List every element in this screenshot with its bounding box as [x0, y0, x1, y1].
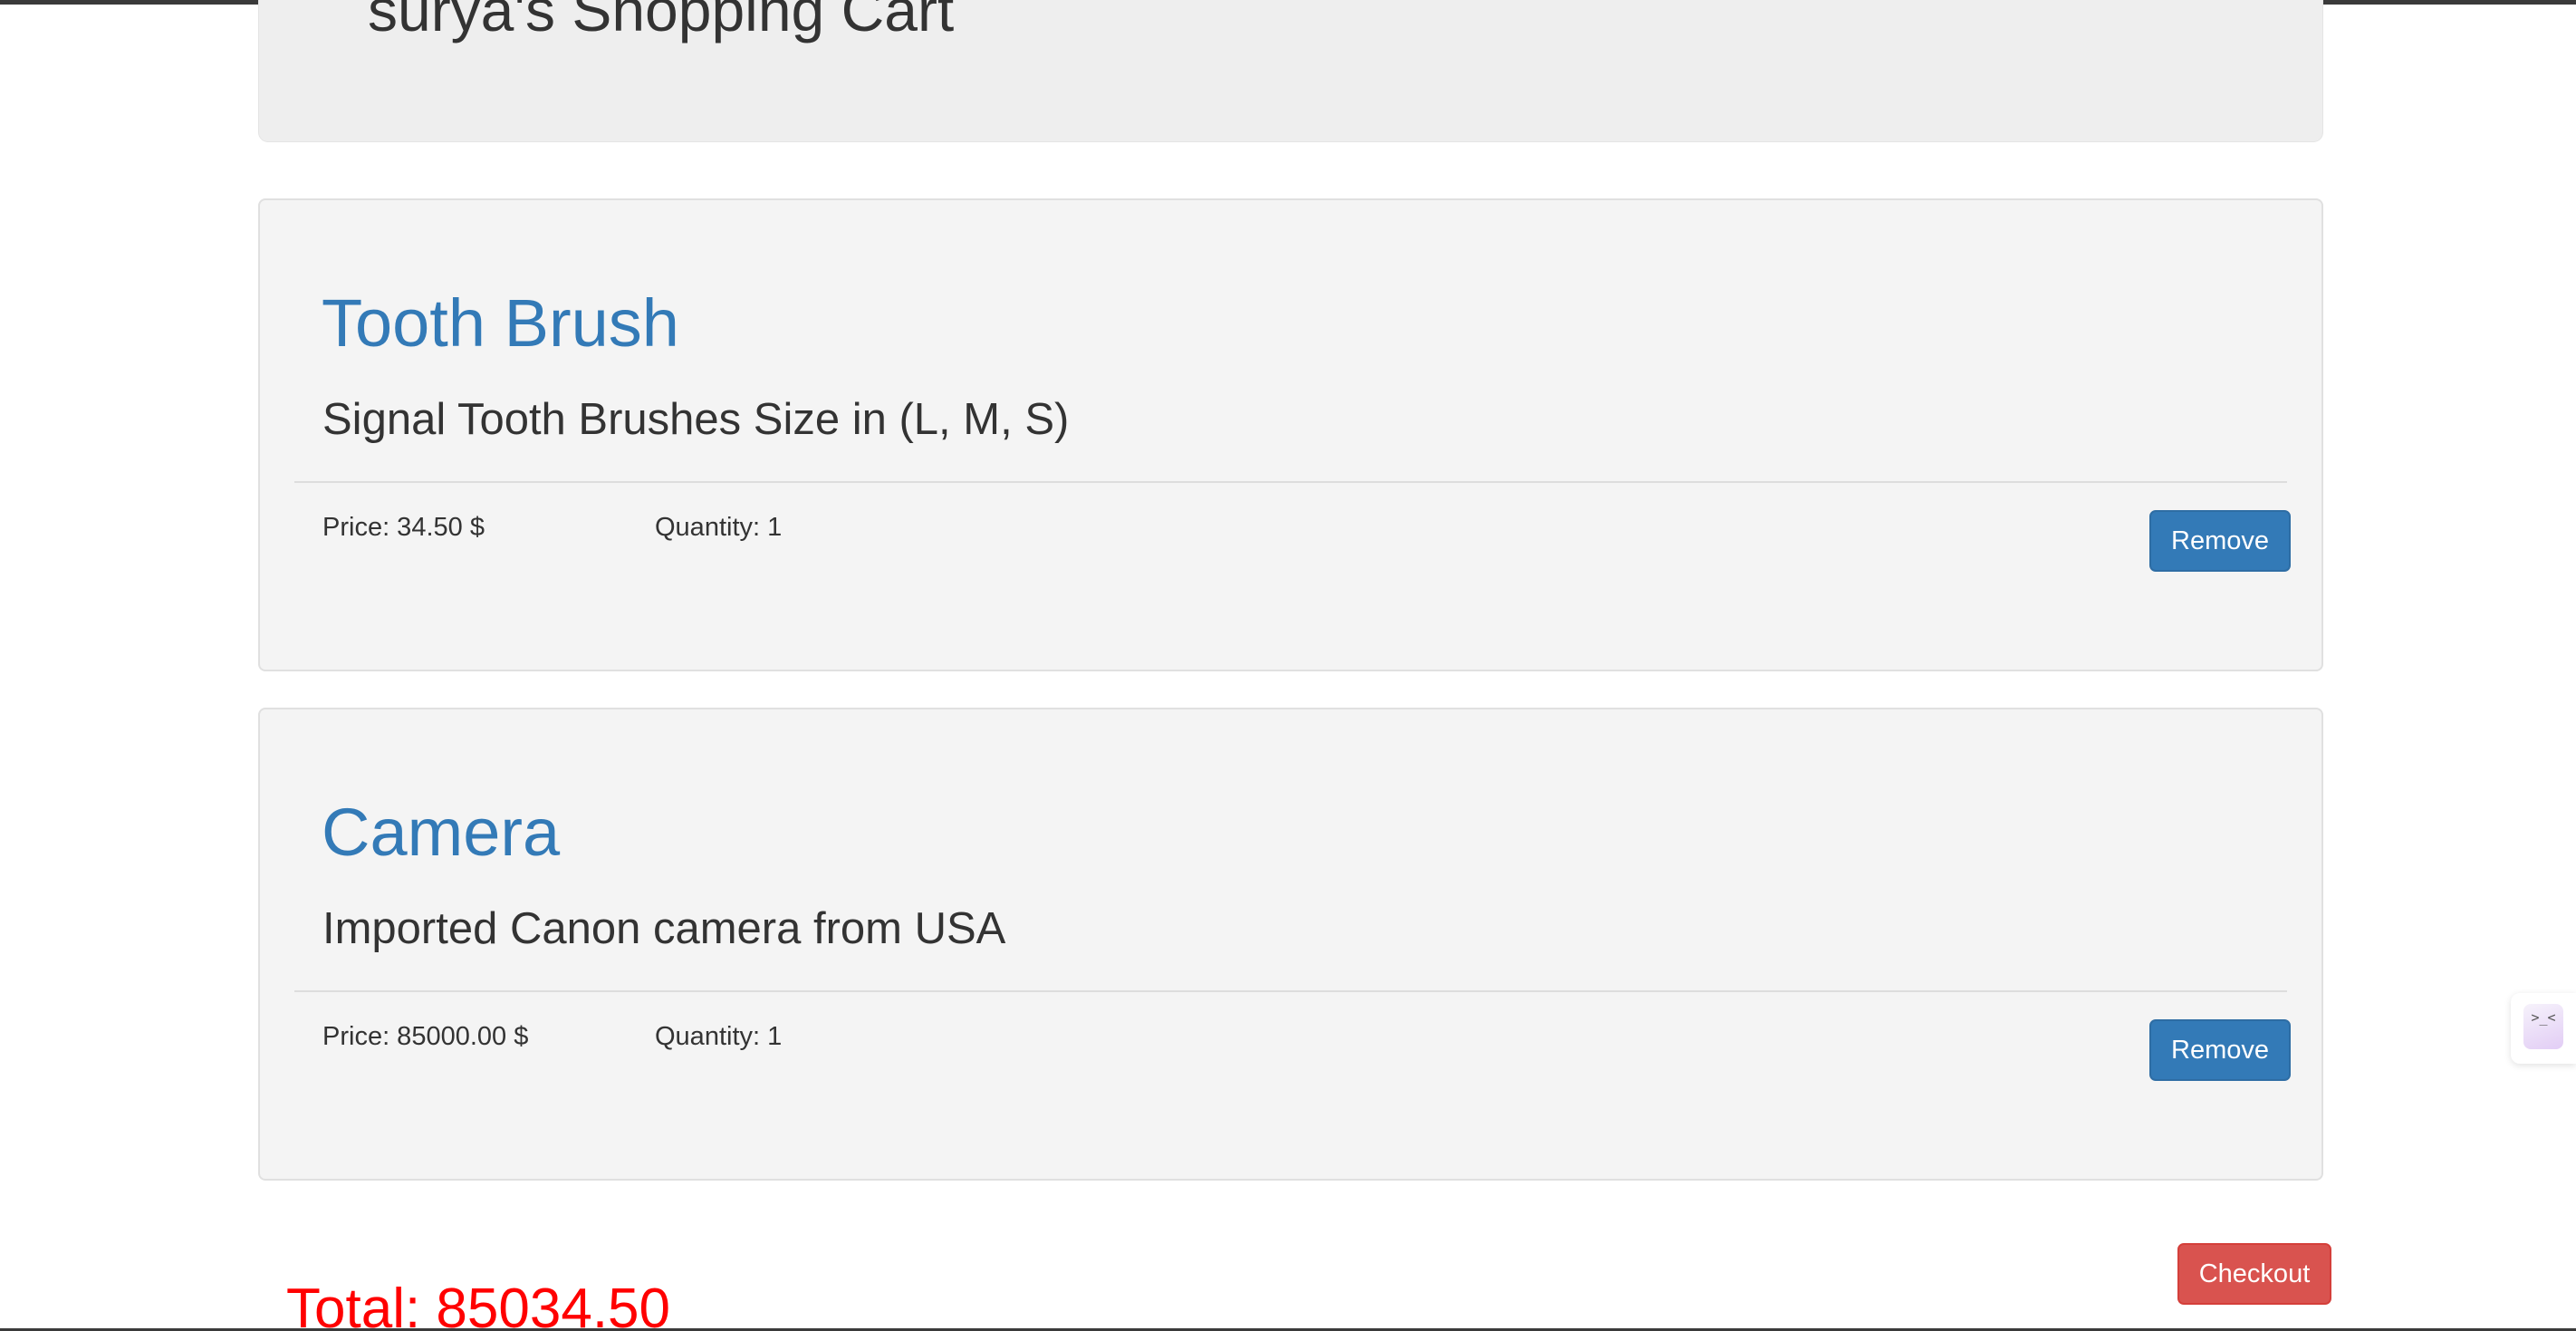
extension-widget[interactable]: >_< — [2511, 993, 2576, 1064]
checkout-button[interactable]: Checkout — [2177, 1243, 2331, 1305]
cart-item: Camera Imported Canon camera from USA Pr… — [258, 708, 2323, 1181]
extension-face-icon[interactable]: >_< — [2523, 1004, 2563, 1049]
item-quantity: Quantity: 1 — [655, 513, 783, 542]
remove-button[interactable]: Remove — [2149, 1019, 2291, 1081]
item-price: Price: 85000.00 $ — [322, 1022, 529, 1051]
item-name: Tooth Brush — [322, 285, 679, 361]
item-description: Signal Tooth Brushes Size in (L, M, S) — [322, 395, 1070, 444]
item-divider — [294, 481, 2287, 483]
remove-button[interactable]: Remove — [2149, 510, 2291, 572]
item-quantity: Quantity: 1 — [655, 1022, 783, 1051]
cart-item: Tooth Brush Signal Tooth Brushes Size in… — [258, 198, 2323, 671]
item-name: Camera — [322, 795, 561, 870]
item-price: Price: 34.50 $ — [322, 513, 485, 542]
page-title: surya's Shopping Cart — [368, 0, 955, 43]
cart-total: Total: 85034.50 — [286, 1278, 671, 1331]
item-divider — [294, 990, 2287, 992]
cart-header: surya's Shopping Cart — [258, 0, 2323, 142]
item-description: Imported Canon camera from USA — [322, 904, 1006, 953]
